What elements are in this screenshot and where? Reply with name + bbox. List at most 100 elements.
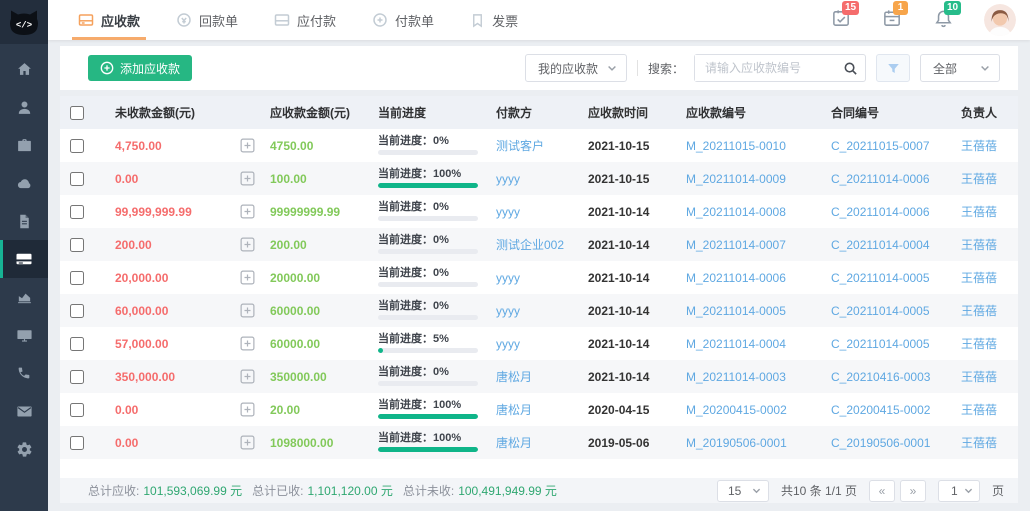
sidebar-item-calls[interactable]	[0, 354, 48, 392]
search-button[interactable]	[835, 61, 865, 76]
payer-link[interactable]: 唐松月	[496, 401, 532, 418]
receivable-no-link[interactable]: M_20211014-0004	[686, 337, 786, 351]
tasks-notification[interactable]: 15	[831, 8, 852, 32]
receivable-no-link[interactable]: M_20211014-0006	[686, 271, 786, 285]
contract-no-link[interactable]: C_20211014-0006	[831, 205, 930, 219]
contract-no-link[interactable]: C_20211014-0005	[831, 271, 930, 285]
table-row[interactable]: 200.00 200.00 当前进度：0% 测试企业002 2021-10-14…	[60, 228, 1018, 261]
sidebar-item-workstation[interactable]	[0, 316, 48, 354]
payer-link[interactable]: 测试客户	[496, 137, 544, 154]
table-row[interactable]: 20,000.00 20000.00 当前进度：0% yyyy 2021-10-…	[60, 261, 1018, 294]
scope-select[interactable]: 我的应收款	[525, 54, 627, 82]
table-row[interactable]: 0.00 1098000.00 当前进度：100% 唐松月 2019-05-06…	[60, 426, 1018, 459]
owner-link[interactable]: 王蓓蓓	[961, 137, 997, 154]
tab-payables[interactable]: 应付款	[274, 0, 336, 40]
contract-no-link[interactable]: C_20210416-0003	[831, 370, 930, 384]
status-select[interactable]: 全部	[920, 54, 1000, 82]
table-row[interactable]: 0.00 20.00 当前进度：100% 唐松月 2020-04-15 M_20…	[60, 393, 1018, 426]
expand-row-icon[interactable]	[240, 402, 255, 417]
filter-button[interactable]	[876, 54, 910, 82]
receivable-no-link[interactable]: M_20211014-0008	[686, 205, 786, 219]
tab-payment-receipts[interactable]: 回款单	[176, 0, 238, 40]
add-receivable-button[interactable]: 添加应收款	[88, 55, 192, 81]
prev-page-button[interactable]: «	[869, 480, 895, 502]
sidebar-item-mail[interactable]	[0, 392, 48, 430]
payer-link[interactable]: 测试企业002	[496, 236, 564, 253]
expand-row-icon[interactable]	[240, 237, 255, 252]
search-input[interactable]	[695, 55, 835, 81]
owner-link[interactable]: 王蓓蓓	[961, 269, 997, 286]
row-checkbox[interactable]	[70, 238, 84, 252]
row-checkbox[interactable]	[70, 139, 84, 153]
receivable-no-link[interactable]: M_20211014-0005	[686, 304, 786, 318]
sidebar-item-business[interactable]	[0, 126, 48, 164]
sidebar-item-documents[interactable]	[0, 202, 48, 240]
row-checkbox[interactable]	[70, 304, 84, 318]
sidebar-item-home[interactable]	[0, 50, 48, 88]
owner-link[interactable]: 王蓓蓓	[961, 434, 997, 451]
receivable-no-link[interactable]: M_20211015-0010	[686, 139, 786, 153]
bell-notification[interactable]: 10	[933, 8, 954, 32]
row-checkbox[interactable]	[70, 403, 84, 417]
table-row[interactable]: 99,999,999.99 99999999.99 当前进度：0% yyyy 2…	[60, 195, 1018, 228]
expand-row-icon[interactable]	[240, 171, 255, 186]
sidebar-item-cloud[interactable]	[0, 164, 48, 202]
expand-row-icon[interactable]	[240, 204, 255, 219]
owner-link[interactable]: 王蓓蓓	[961, 401, 997, 418]
expand-row-icon[interactable]	[240, 138, 255, 153]
payer-link[interactable]: yyyy	[496, 172, 520, 186]
row-checkbox[interactable]	[70, 337, 84, 351]
next-page-button[interactable]: »	[900, 480, 926, 502]
contract-no-link[interactable]: C_20211014-0004	[831, 238, 930, 252]
owner-link[interactable]: 王蓓蓓	[961, 302, 997, 319]
row-checkbox[interactable]	[70, 271, 84, 285]
receivable-no-link[interactable]: M_20190506-0001	[686, 436, 787, 450]
payer-link[interactable]: yyyy	[496, 304, 520, 318]
contract-no-link[interactable]: C_20211014-0006	[831, 172, 930, 186]
contract-no-link[interactable]: C_20200415-0002	[831, 403, 930, 417]
table-row[interactable]: 350,000.00 350000.00 当前进度：0% 唐松月 2021-10…	[60, 360, 1018, 393]
payer-link[interactable]: yyyy	[496, 205, 520, 219]
owner-link[interactable]: 王蓓蓓	[961, 203, 997, 220]
row-checkbox[interactable]	[70, 436, 84, 450]
receivable-no-link[interactable]: M_20211014-0003	[686, 370, 786, 384]
row-checkbox[interactable]	[70, 172, 84, 186]
row-checkbox[interactable]	[70, 205, 84, 219]
expand-row-icon[interactable]	[240, 435, 255, 450]
calendar-notification[interactable]: 1	[882, 8, 903, 32]
payer-link[interactable]: 唐松月	[496, 368, 532, 385]
expand-row-icon[interactable]	[240, 369, 255, 384]
app-logo[interactable]: </>	[0, 0, 48, 44]
tab-payment-orders[interactable]: 付款单	[372, 0, 434, 40]
user-avatar[interactable]	[984, 4, 1016, 36]
receivable-no-link[interactable]: M_20211014-0009	[686, 172, 786, 186]
table-row[interactable]: 60,000.00 60000.00 当前进度：0% yyyy 2021-10-…	[60, 294, 1018, 327]
select-all-checkbox[interactable]	[70, 106, 84, 120]
expand-row-icon[interactable]	[240, 303, 255, 318]
expand-row-icon[interactable]	[240, 336, 255, 351]
contract-no-link[interactable]: C_20190506-0001	[831, 436, 930, 450]
receivable-no-link[interactable]: M_20211014-0007	[686, 238, 786, 252]
owner-link[interactable]: 王蓓蓓	[961, 335, 997, 352]
owner-link[interactable]: 王蓓蓓	[961, 236, 997, 253]
contract-no-link[interactable]: C_20211014-0005	[831, 337, 930, 351]
table-row[interactable]: 4,750.00 4750.00 当前进度：0% 测试客户 2021-10-15…	[60, 129, 1018, 162]
sidebar-item-settings[interactable]	[0, 430, 48, 468]
contract-no-link[interactable]: C_20211015-0007	[831, 139, 930, 153]
payer-link[interactable]: yyyy	[496, 337, 520, 351]
sidebar-item-finance[interactable]	[0, 240, 48, 278]
table-row[interactable]: 57,000.00 60000.00 当前进度：5% yyyy 2021-10-…	[60, 327, 1018, 360]
payer-link[interactable]: yyyy	[496, 271, 520, 285]
sidebar-item-customers[interactable]	[0, 88, 48, 126]
page-size-select[interactable]: 15	[717, 480, 769, 502]
payer-link[interactable]: 唐松月	[496, 434, 532, 451]
tab-invoices[interactable]: 发票	[470, 0, 518, 40]
sidebar-item-reports[interactable]	[0, 278, 48, 316]
row-checkbox[interactable]	[70, 370, 84, 384]
tab-receivables[interactable]: 应收款	[78, 0, 140, 40]
table-row[interactable]: 0.00 100.00 当前进度：100% yyyy 2021-10-15 M_…	[60, 162, 1018, 195]
owner-link[interactable]: 王蓓蓓	[961, 170, 997, 187]
page-number-select[interactable]: 1	[938, 480, 980, 502]
contract-no-link[interactable]: C_20211014-0005	[831, 304, 930, 318]
receivable-no-link[interactable]: M_20200415-0002	[686, 403, 787, 417]
